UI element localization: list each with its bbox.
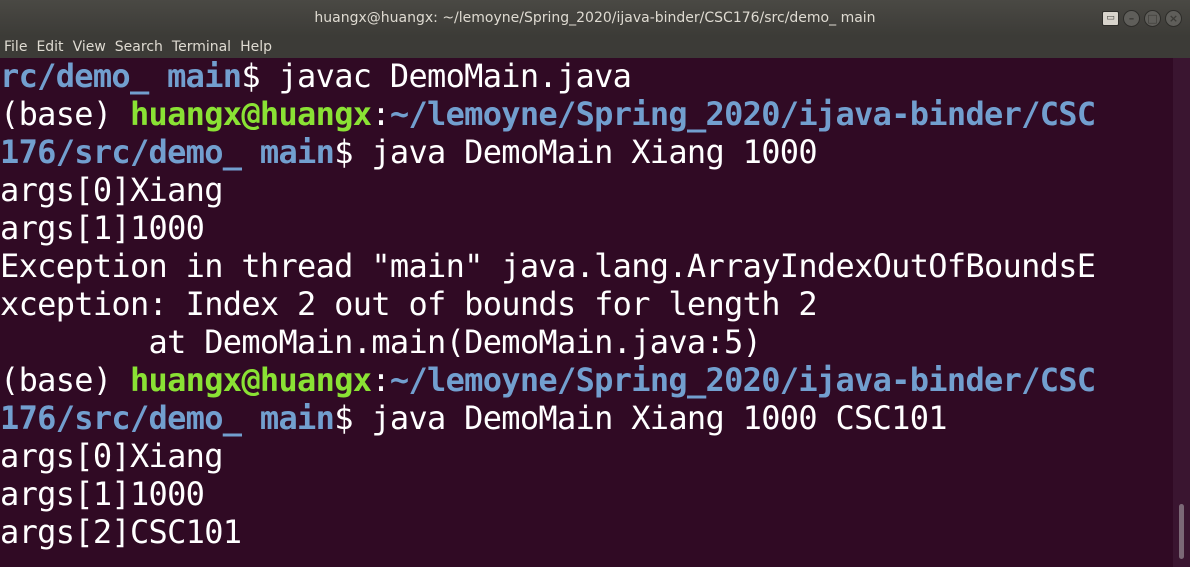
- terminal-line: args[0]Xiang: [0, 437, 223, 475]
- title-bar[interactable]: huangx@huangx: ~/lemoyne/Spring_2020/ija…: [0, 0, 1190, 36]
- command-text: $ javac DemoMain.java: [241, 58, 632, 95]
- menu-bar: File Edit View Search Terminal Help: [0, 36, 1190, 58]
- terminal-line: (base) huangx@huangx:~/lemoyne/Spring_20…: [0, 361, 1173, 400]
- prompt-path: rc/demo_ main: [0, 58, 242, 95]
- menu-view[interactable]: View: [73, 39, 106, 55]
- terminal-line: at DemoMain.main(DemoMain.java:5): [0, 323, 762, 361]
- terminal-line: 176/src/demo_ main$ java DemoMain Xiang …: [0, 399, 1173, 438]
- terminal-line: args[2]CSC101: [0, 513, 242, 551]
- command-text: $ java DemoMain Xiang 1000 CSC101: [334, 399, 947, 437]
- window-controls: ▭ – □ ×: [1102, 10, 1182, 27]
- prompt-env: (base): [0, 361, 130, 399]
- menu-edit[interactable]: Edit: [36, 39, 63, 55]
- scrollbar-thumb[interactable]: [1179, 504, 1184, 559]
- minimize-icon[interactable]: –: [1123, 10, 1140, 27]
- close-icon[interactable]: ×: [1165, 10, 1182, 27]
- terminal-output[interactable]: rc/demo_ main$ javac DemoMain.java (base…: [0, 58, 1173, 567]
- terminal-line: 176/src/demo_ main$ java DemoMain Xiang …: [0, 133, 1173, 172]
- menu-file[interactable]: File: [4, 39, 27, 55]
- prompt-separator: :: [371, 361, 390, 399]
- terminal-line: Exception in thread "main" java.lang.Arr…: [0, 247, 1096, 285]
- terminal-line: rc/demo_ main$ javac DemoMain.java: [0, 58, 1173, 96]
- prompt-path: ~/lemoyne/Spring_2020/ijava-binder/CSC: [389, 361, 1096, 399]
- prompt-path: 176/src/demo_ main: [0, 133, 335, 171]
- scrollbar[interactable]: [1173, 58, 1190, 567]
- terminal-icon[interactable]: ▭: [1102, 11, 1119, 26]
- prompt-user: huangx@huangx: [129, 95, 372, 133]
- terminal-line: args[1]1000: [0, 475, 205, 513]
- window-title: huangx@huangx: ~/lemoyne/Spring_2020/ija…: [314, 10, 876, 26]
- menu-terminal[interactable]: Terminal: [172, 39, 231, 55]
- prompt-env: (base): [0, 95, 130, 133]
- maximize-icon[interactable]: □: [1144, 10, 1161, 27]
- prompt-path: 176/src/demo_ main: [0, 399, 335, 437]
- terminal-line: xception: Index 2 out of bounds for leng…: [0, 285, 818, 323]
- menu-help[interactable]: Help: [240, 39, 272, 55]
- menu-search[interactable]: Search: [115, 39, 163, 55]
- terminal-line: args[1]1000: [0, 209, 205, 247]
- prompt-user: huangx@huangx: [129, 361, 372, 399]
- terminal-line: args[0]Xiang: [0, 171, 223, 209]
- prompt-path: ~/lemoyne/Spring_2020/ijava-binder/CSC: [389, 95, 1096, 133]
- prompt-separator: :: [371, 95, 390, 133]
- terminal-line: (base) huangx@huangx:~/lemoyne/Spring_20…: [0, 95, 1173, 134]
- command-text: $ java DemoMain Xiang 1000: [334, 133, 817, 171]
